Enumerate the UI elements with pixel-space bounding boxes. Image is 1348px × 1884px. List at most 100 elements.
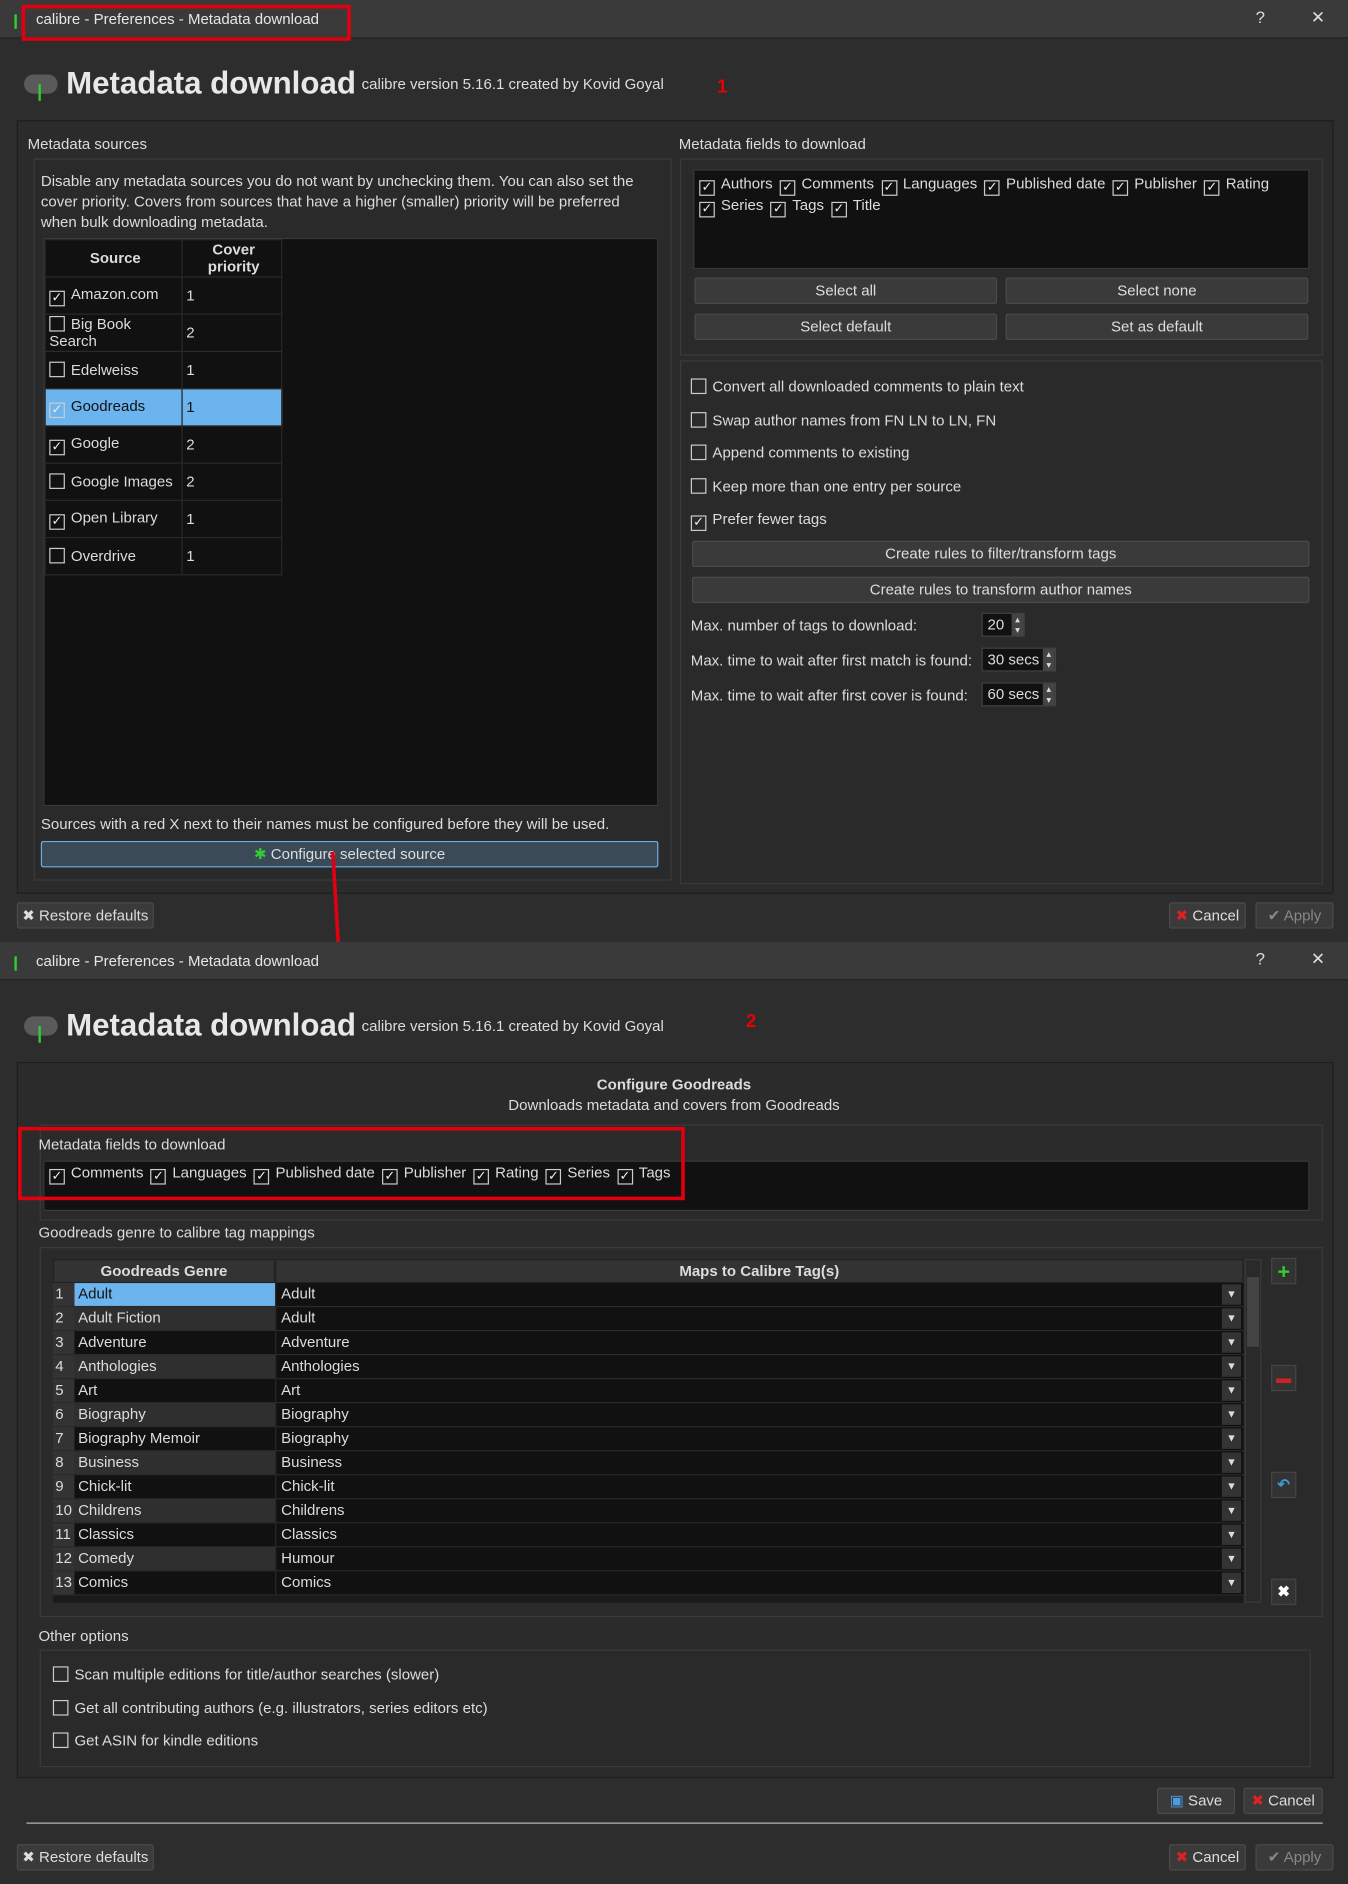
checkbox[interactable] [779, 180, 796, 196]
genre-cell[interactable]: Adventure [74, 1331, 276, 1354]
checkbox[interactable] [52, 1732, 69, 1749]
source-checkbox[interactable]: Edelweiss [49, 361, 138, 378]
dropdown-arrow-icon[interactable]: ▼ [1221, 1284, 1242, 1305]
column-header-priority[interactable]: Cover priority [181, 239, 283, 278]
priority-cell[interactable]: 1 [181, 537, 283, 576]
checkbox[interactable] [690, 378, 707, 395]
mapping-row[interactable]: 2 Adult Fiction Adult ▼ [52, 1307, 1244, 1332]
help-button[interactable]: ? [1246, 949, 1275, 968]
option-checkbox[interactable]: Append comments to existing [690, 444, 909, 461]
mapping-row[interactable]: 7 Biography Memoir Biography ▼ [52, 1427, 1244, 1452]
dropdown-arrow-icon[interactable]: ▼ [1221, 1380, 1242, 1401]
author-rules-button[interactable]: Create rules to transform author names [692, 576, 1310, 604]
undo-mapping-button[interactable]: ↶ [1271, 1471, 1297, 1499]
source-row[interactable]: Open Library 1 [44, 499, 283, 539]
genre-cell[interactable]: Comics [74, 1571, 276, 1595]
max-tags-spinbox[interactable]: 20 [981, 612, 1025, 637]
checkbox[interactable] [881, 180, 897, 196]
option-checkbox[interactable]: Swap author names from FN LN to LN, FN [690, 411, 996, 428]
field-title[interactable]: Title [831, 196, 881, 218]
mappings-scrollbar[interactable] [1244, 1259, 1262, 1603]
mapping-row[interactable]: 4 Anthologies Anthologies ▼ [52, 1355, 1244, 1380]
tag-combobox[interactable]: Biography ▼ [275, 1427, 1244, 1451]
mapping-row[interactable]: 6 Biography Biography ▼ [52, 1403, 1244, 1428]
cancel-button[interactable]: ✖ Cancel [1168, 1844, 1246, 1871]
tag-combobox[interactable]: Anthologies ▼ [275, 1355, 1244, 1379]
tag-combobox[interactable]: Adult ▼ [275, 1307, 1244, 1330]
mapping-row[interactable]: 3 Adventure Adventure ▼ [52, 1331, 1244, 1356]
source-row[interactable]: Google 2 [44, 425, 283, 464]
remove-mapping-button[interactable]: ▬ [1271, 1364, 1297, 1392]
mapping-row[interactable]: 12 Comedy Humour ▼ [52, 1547, 1244, 1572]
dropdown-arrow-icon[interactable]: ▼ [1221, 1428, 1242, 1449]
priority-cell[interactable]: 1 [181, 499, 283, 539]
mapping-row[interactable]: 9 Chick-lit Chick-lit ▼ [52, 1475, 1244, 1500]
add-mapping-button[interactable]: + [1271, 1257, 1297, 1285]
source-checkbox[interactable]: Overdrive [49, 547, 136, 565]
source-cell[interactable]: Google Images [44, 462, 183, 501]
close-button[interactable]: ✕ [1304, 7, 1333, 27]
field-languages[interactable]: Languages [881, 174, 977, 196]
other-option-checkbox[interactable]: Get ASIN for kindle editions [52, 1732, 258, 1749]
wait-cover-spinbox[interactable]: 60 secs [981, 682, 1057, 707]
source-row[interactable]: Goodreads 1 [44, 388, 283, 427]
genre-cell[interactable]: Comedy [74, 1547, 276, 1571]
dropdown-arrow-icon[interactable]: ▼ [1221, 1548, 1242, 1570]
genre-cell[interactable]: Adult [74, 1283, 276, 1306]
checkbox[interactable] [49, 513, 65, 530]
checkbox[interactable] [49, 361, 65, 378]
dropdown-arrow-icon[interactable]: ▼ [1221, 1476, 1242, 1497]
field-authors[interactable]: Authors [699, 174, 773, 196]
source-checkbox[interactable]: Open Library [49, 509, 158, 530]
source-cell[interactable]: Google [44, 425, 183, 464]
genre-cell[interactable]: Chick-lit [74, 1475, 276, 1499]
source-checkbox[interactable]: Goodreads [49, 397, 145, 418]
field-rating[interactable]: Rating [1204, 174, 1269, 196]
wait-match-spinbox[interactable]: 30 secs [981, 647, 1057, 672]
source-cell[interactable]: Big Book Search [44, 313, 183, 353]
option-checkbox[interactable]: Prefer fewer tags [690, 511, 827, 532]
help-button[interactable]: ? [1246, 7, 1275, 26]
field-series[interactable]: Series [699, 196, 763, 218]
cancel-button[interactable]: ✖ Cancel [1168, 902, 1246, 929]
priority-cell[interactable]: 1 [181, 350, 283, 390]
dropdown-arrow-icon[interactable]: ▼ [1221, 1572, 1242, 1594]
select-default-button[interactable]: Select default [694, 313, 998, 340]
mapping-row[interactable]: 5 Art Art ▼ [52, 1379, 1244, 1404]
field-published-date[interactable]: Published date [984, 174, 1105, 196]
tag-combobox[interactable]: Humour ▼ [275, 1547, 1244, 1571]
checkbox[interactable] [49, 547, 65, 564]
checkbox[interactable] [49, 439, 65, 455]
genre-cell[interactable]: Childrens [74, 1499, 276, 1523]
checkbox[interactable] [699, 201, 715, 218]
source-row[interactable]: Edelweiss 1 [44, 350, 283, 390]
source-checkbox[interactable]: Amazon.com [49, 285, 159, 306]
close-button[interactable]: ✕ [1304, 949, 1333, 969]
field-tags[interactable]: Tags [770, 196, 824, 218]
source-cell[interactable]: Amazon.com [44, 276, 183, 315]
checkbox[interactable] [52, 1699, 69, 1715]
source-cell[interactable]: Overdrive [44, 537, 183, 576]
field-publisher[interactable]: Publisher [1112, 174, 1197, 196]
mapping-row[interactable]: 8 Business Business ▼ [52, 1451, 1244, 1476]
checkbox[interactable] [690, 411, 707, 428]
set-as-default-button[interactable]: Set as default [1005, 313, 1309, 340]
clear-mappings-button[interactable]: ✖ [1271, 1578, 1297, 1606]
source-row[interactable]: Google Images 2 [44, 462, 283, 501]
column-header-genre[interactable]: Goodreads Genre [52, 1259, 276, 1284]
tag-combobox[interactable]: Biography ▼ [275, 1403, 1244, 1427]
checkbox[interactable] [1112, 180, 1129, 196]
tag-combobox[interactable]: Adult ▼ [275, 1283, 1244, 1306]
priority-cell[interactable]: 1 [181, 388, 283, 427]
dropdown-arrow-icon[interactable]: ▼ [1221, 1404, 1242, 1425]
priority-cell[interactable]: 1 [181, 276, 283, 315]
source-checkbox[interactable]: Google Images [49, 473, 173, 490]
dropdown-arrow-icon[interactable]: ▼ [1221, 1524, 1242, 1546]
checkbox[interactable] [49, 290, 65, 306]
tag-combobox[interactable]: Chick-lit ▼ [275, 1475, 1244, 1499]
tag-combobox[interactable]: Adventure ▼ [275, 1331, 1244, 1354]
apply-button[interactable]: ✔ Apply [1255, 1844, 1334, 1871]
restore-defaults-button[interactable]: ✖ Restore defaults [16, 902, 154, 929]
tag-rules-button[interactable]: Create rules to filter/transform tags [692, 540, 1310, 568]
source-cell[interactable]: Edelweiss [44, 350, 183, 390]
